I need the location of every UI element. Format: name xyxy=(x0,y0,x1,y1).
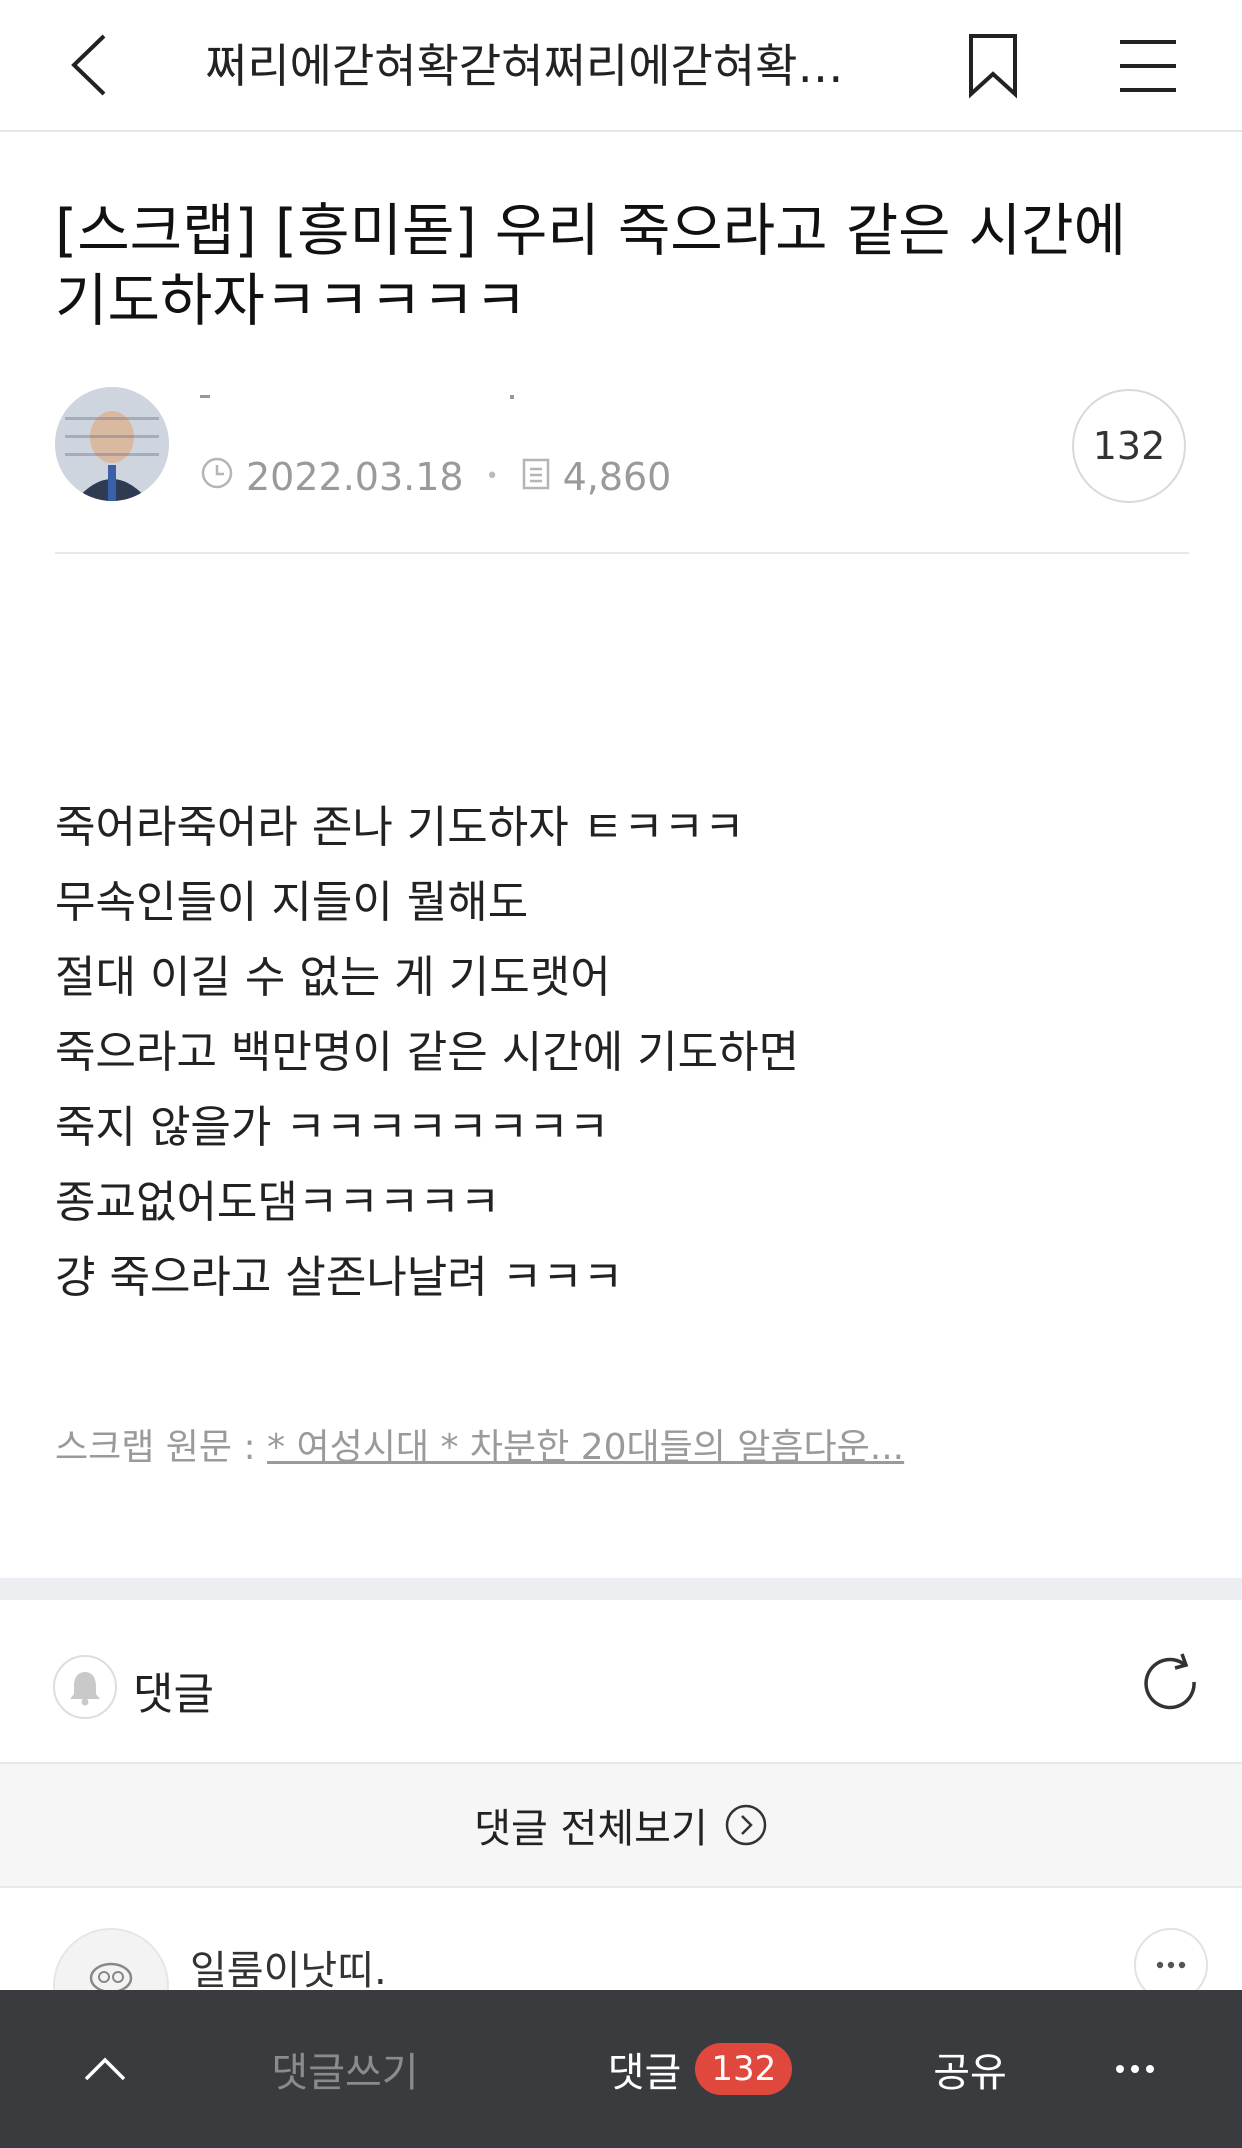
chevron-left-icon xyxy=(71,34,106,96)
view-all-comments-button[interactable]: 댓글 전체보기 xyxy=(0,1762,1242,1888)
chevron-up-icon xyxy=(84,2057,126,2081)
clock-icon xyxy=(200,452,234,502)
top-bar: 쩌리에갇혀확갇혀쩌리에갇혀확… xyxy=(0,0,1242,132)
comments-tab-label: 댓글 xyxy=(607,2050,682,2096)
view-count: 4,860 xyxy=(562,455,672,499)
bookmark-icon xyxy=(969,34,1017,99)
comment-notify-button[interactable] xyxy=(53,1655,117,1719)
bell-icon xyxy=(70,1672,100,1706)
refresh-button[interactable] xyxy=(1140,1652,1204,1716)
post-date: 2022.03.18 xyxy=(246,455,464,499)
body-line: 절대 이길 수 없는 게 기도랫어 xyxy=(55,952,611,1003)
body-line: 죽어라죽어라 존나 기도하자 ㅌㅋㅋㅋ xyxy=(55,802,745,853)
post-meta: 2022.03.18 • 4,860 xyxy=(200,452,671,502)
scrap-source-link[interactable]: * 여성시대 * 차분한 20대들의 알흠다운... xyxy=(267,1427,904,1468)
view-all-label: 댓글 전체보기 xyxy=(474,1806,708,1852)
post-body: 죽어라죽어라 존나 기도하자 ㅌㅋㅋㅋ 무속인들이 지들이 뭘해도 절대 이길 … xyxy=(55,790,1185,1315)
scrap-label: 스크랩 원문 : xyxy=(55,1427,256,1468)
comment-count-button[interactable]: 132 xyxy=(1072,389,1186,503)
menu-button[interactable] xyxy=(1118,38,1178,94)
comments-header: 댓글 xyxy=(0,1600,1242,1760)
header-divider xyxy=(55,552,1189,554)
back-button[interactable] xyxy=(62,30,122,100)
comment-count-badge: 132 xyxy=(695,2043,793,2095)
chevron-right-circle-icon xyxy=(725,1804,766,1846)
avatar-image xyxy=(55,387,169,501)
bottom-toolbar: 댓글쓰기 댓글 132 공유 xyxy=(0,1990,1242,2148)
body-line: 죽으라고 백만명이 같은 시간에 기도하면 xyxy=(55,1027,800,1078)
more-options-button[interactable] xyxy=(1100,1990,1170,2148)
body-line: 죽지 않을가 ㅋㅋㅋㅋㅋㅋㅋㅋ xyxy=(55,1102,610,1153)
body-line: 종교없어도댐ㅋㅋㅋㅋㅋ xyxy=(55,1177,501,1228)
write-comment-button[interactable]: 댓글쓰기 xyxy=(250,1990,440,2148)
views-icon xyxy=(521,452,551,502)
author-name-redacted xyxy=(200,392,580,404)
cafe-title[interactable]: 쩌리에갇혀확갇혀쩌리에갇혀확… xyxy=(205,36,885,96)
body-line: 무속인들이 지들이 뭘해도 xyxy=(55,877,529,928)
scrap-source: 스크랩 원문 : * 여성시대 * 차분한 20대들의 알흠다운... xyxy=(55,1418,904,1470)
scroll-top-button[interactable] xyxy=(70,1990,140,2148)
author-avatar[interactable] xyxy=(55,387,169,501)
comments-label: 댓글 xyxy=(133,1669,214,1720)
refresh-icon xyxy=(1144,1653,1196,1710)
more-dots-icon xyxy=(1156,1961,1186,1969)
comments-tab-button[interactable]: 댓글 132 xyxy=(600,1990,800,2148)
body-line: 걍 죽으라고 살존나날려 ㅋㅋㅋ xyxy=(55,1252,624,1303)
share-button[interactable]: 공유 xyxy=(920,1990,1020,2148)
post-title: [스크랩] [흥미돋] 우리 죽으라고 같은 시간에 기도하자ㅋㅋㅋㅋㅋ xyxy=(55,198,1127,334)
bookmark-button[interactable] xyxy=(963,30,1023,100)
hamburger-icon xyxy=(1120,40,1176,92)
more-dots-icon xyxy=(1116,2065,1154,2073)
section-gap xyxy=(0,1578,1242,1600)
meta-separator: • xyxy=(485,464,499,489)
commenter-name[interactable]: 일룸이낫띠. xyxy=(190,1938,387,1996)
